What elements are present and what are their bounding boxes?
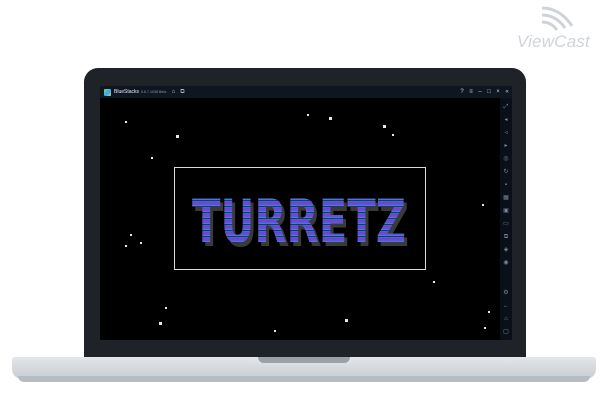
- volume-down-icon[interactable]: ◃: [502, 129, 510, 137]
- settings-icon[interactable]: ◉: [502, 259, 510, 267]
- app-name: BlueStacks: [114, 89, 140, 95]
- rotate-icon[interactable]: ↻: [502, 168, 510, 176]
- signal-arcs-icon: [541, 6, 574, 31]
- macro-icon[interactable]: ▦: [502, 194, 510, 202]
- star: [482, 204, 484, 206]
- star: [176, 135, 179, 138]
- emulator-screen: BlueStacks 5.8.7.1038 Beta ⌂ ⧉ ? ≡ – □ ×…: [100, 86, 512, 340]
- menu-icon[interactable]: ≡: [468, 88, 474, 96]
- maximize-icon[interactable]: □: [486, 88, 492, 96]
- game-title: TURRETZ: [192, 187, 406, 257]
- eco-icon[interactable]: ◈: [502, 246, 510, 254]
- star: [159, 322, 162, 325]
- star: [488, 311, 490, 313]
- gear-icon[interactable]: ⚙: [502, 289, 510, 297]
- window-controls: ? ≡ – □ × «: [459, 88, 510, 96]
- multi-instance-icon[interactable]: ⧉: [178, 88, 186, 96]
- star: [383, 125, 386, 128]
- minimize-icon[interactable]: –: [477, 88, 483, 96]
- star: [392, 134, 394, 136]
- emulator-titlebar: BlueStacks 5.8.7.1038 Beta ⌂ ⧉ ? ≡ – □ ×…: [100, 86, 512, 98]
- close-icon[interactable]: ×: [495, 88, 501, 96]
- emulator-sidebar: ⤢ ◂ ◃ ▸ ◎ ↻ ▪ ▦ ▣ ▭ ⧉ ◈ ◉ ⚙ ← ⌂ ▢: [500, 98, 512, 340]
- bluestacks-logo-icon: [104, 88, 111, 96]
- star: [125, 121, 127, 123]
- collapse-icon[interactable]: «: [504, 88, 510, 96]
- volume-up-icon[interactable]: ◂: [502, 116, 510, 124]
- camera-icon[interactable]: ▪: [502, 181, 510, 189]
- laptop-notch: [258, 357, 350, 363]
- viewcast-watermark: ViewCast: [500, 4, 592, 51]
- star: [484, 327, 486, 329]
- help-icon[interactable]: ?: [459, 88, 465, 96]
- star: [125, 245, 127, 247]
- star: [130, 234, 132, 236]
- apk-icon[interactable]: ▣: [502, 207, 510, 215]
- back-icon[interactable]: ←: [502, 302, 510, 310]
- folder-icon[interactable]: ▭: [502, 220, 510, 228]
- game-title-logo: TURRETZ TURRETZ: [192, 187, 409, 260]
- star: [140, 242, 142, 244]
- home-icon[interactable]: ⌂: [169, 88, 177, 96]
- home-icon[interactable]: ⌂: [502, 315, 510, 323]
- star: [307, 114, 309, 116]
- video-icon[interactable]: ▸: [502, 142, 510, 150]
- star: [345, 319, 348, 322]
- watermark-text: ViewCast: [516, 32, 590, 51]
- copy-icon[interactable]: ⧉: [502, 233, 510, 241]
- screenshot-icon[interactable]: ◎: [502, 155, 510, 163]
- star: [433, 281, 435, 283]
- star: [274, 330, 276, 332]
- star: [151, 157, 153, 159]
- recent-apps-icon[interactable]: ▢: [502, 328, 510, 336]
- star: [165, 307, 167, 309]
- laptop-base-shadow: [18, 376, 590, 382]
- game-area[interactable]: TURRETZ TURRETZ: [100, 98, 500, 340]
- game-title-box: TURRETZ TURRETZ: [174, 167, 426, 270]
- app-version: 5.8.7.1038 Beta: [141, 90, 167, 94]
- fullscreen-icon[interactable]: ⤢: [502, 103, 510, 111]
- star: [329, 117, 332, 120]
